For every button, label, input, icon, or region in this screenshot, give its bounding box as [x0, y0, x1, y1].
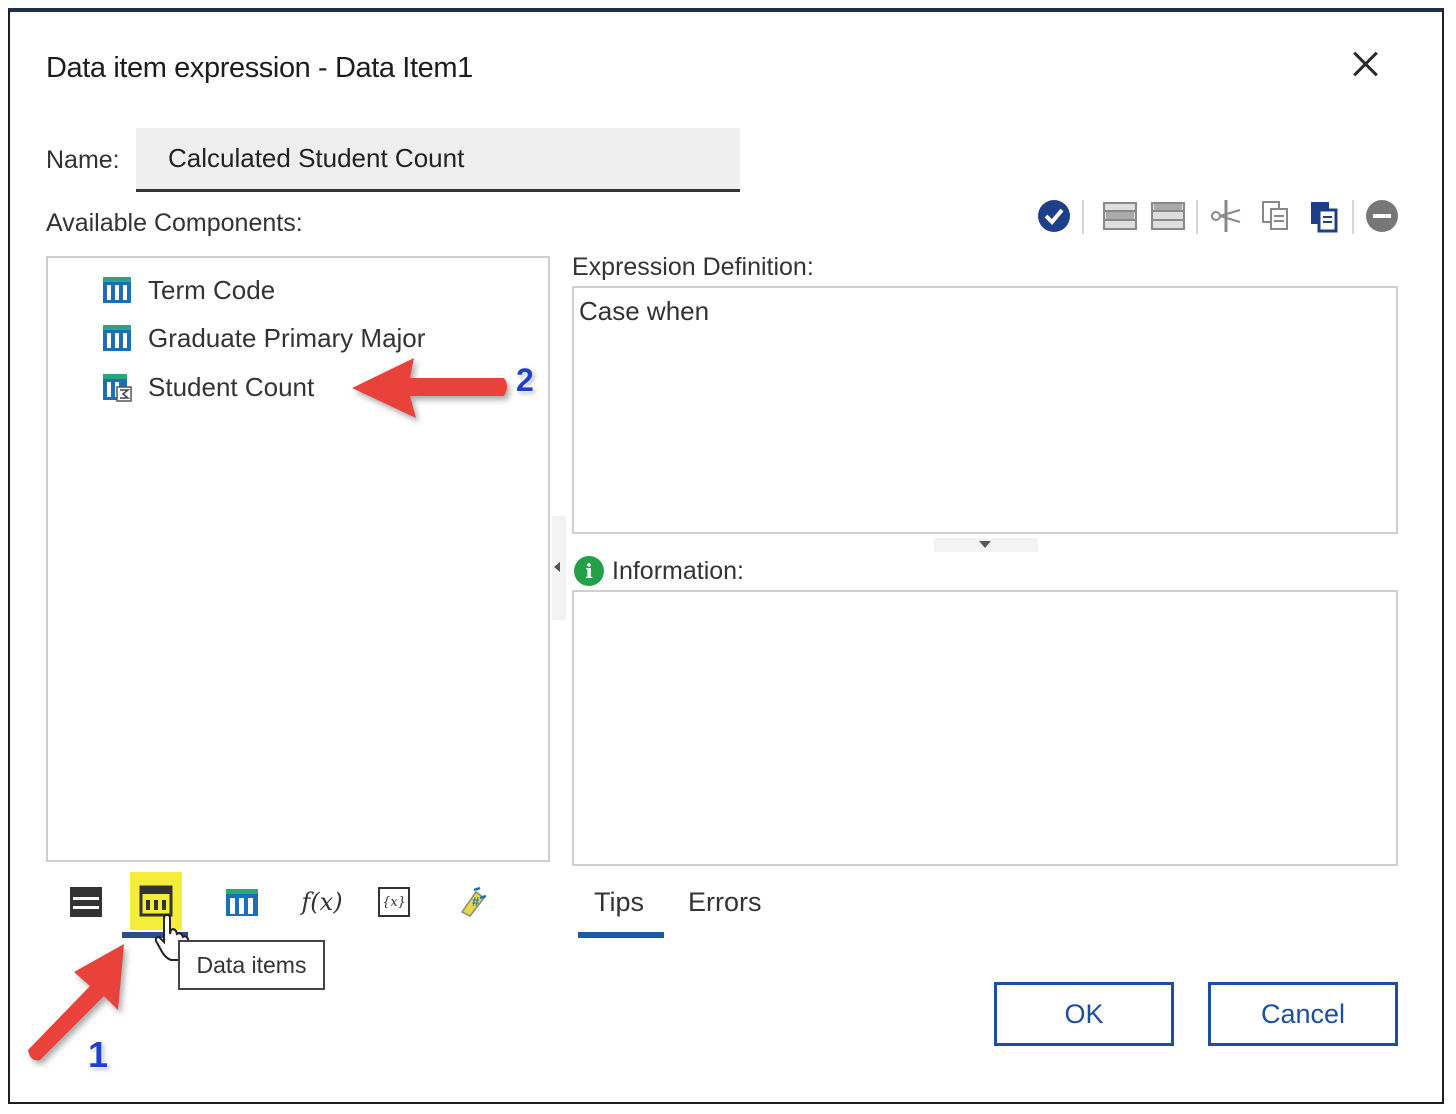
validate-icon[interactable] — [1034, 196, 1074, 236]
information-header: i Information: — [574, 554, 744, 588]
information-label: Information: — [612, 556, 745, 585]
functions-icon[interactable]: f(x) — [296, 876, 348, 928]
tab-errors[interactable]: Errors — [688, 882, 762, 934]
parameters-icon[interactable]: {x} — [368, 876, 420, 928]
toolbar-separator — [1082, 200, 1084, 234]
dialog-title: Data item expression - Data Item1 — [46, 52, 473, 84]
available-components-tree: Term Code Graduate Primary Major Student… — [46, 256, 550, 862]
expression-toolbar — [1034, 196, 1404, 238]
expression-definition-input[interactable]: Case when — [572, 286, 1398, 534]
toolbar-separator — [1352, 200, 1354, 234]
macros-icon[interactable]: # — [446, 876, 498, 928]
tree-item-label: Student Count — [148, 371, 315, 402]
paste-icon[interactable] — [1304, 196, 1344, 236]
data-item-icon — [102, 275, 132, 305]
data-items-tooltip: Data items — [178, 940, 325, 990]
annotation-arrow-icon — [352, 358, 507, 418]
name-input[interactable] — [136, 128, 740, 192]
svg-text:#: # — [472, 894, 480, 909]
cut-icon[interactable] — [1206, 196, 1246, 236]
expression-definition-label: Expression Definition: — [572, 253, 814, 281]
component-tabs: f(x) {x} # — [46, 862, 550, 944]
annotation-badge-2: 2 — [516, 362, 534, 398]
active-tab-indicator — [578, 932, 664, 938]
tab-tips[interactable]: Tips — [594, 882, 644, 934]
toolbar-separator — [1196, 200, 1198, 234]
information-panel — [572, 590, 1398, 866]
query-items-icon[interactable] — [216, 876, 268, 928]
cancel-button[interactable]: Cancel — [1208, 982, 1398, 1046]
resize-handle[interactable] — [934, 538, 1038, 552]
tree-item-student-count[interactable]: Student Count — [102, 367, 314, 407]
source-icon[interactable] — [60, 876, 112, 928]
name-label: Name: — [46, 146, 120, 174]
tree-item-term-code[interactable]: Term Code — [102, 270, 275, 310]
panel-splitter[interactable] — [552, 516, 566, 620]
parameters-glyph: {x} — [378, 887, 410, 917]
available-components-label: Available Components: — [46, 209, 303, 237]
annotation-badge-1: 1 — [88, 1034, 109, 1075]
info-icon: i — [574, 556, 604, 586]
ok-button[interactable]: OK — [994, 982, 1174, 1046]
insert-row-above-icon[interactable] — [1100, 196, 1140, 236]
copy-icon[interactable] — [1256, 196, 1296, 236]
annotation-arrow-icon — [28, 944, 124, 1061]
measure-data-item-icon — [102, 372, 132, 402]
close-icon[interactable] — [1348, 46, 1384, 82]
tree-item-label: Graduate Primary Major — [148, 322, 426, 353]
insert-row-below-icon[interactable] — [1148, 196, 1188, 236]
delete-icon[interactable] — [1362, 196, 1402, 236]
data-item-icon — [102, 323, 132, 353]
tree-item-label: Term Code — [148, 274, 276, 305]
